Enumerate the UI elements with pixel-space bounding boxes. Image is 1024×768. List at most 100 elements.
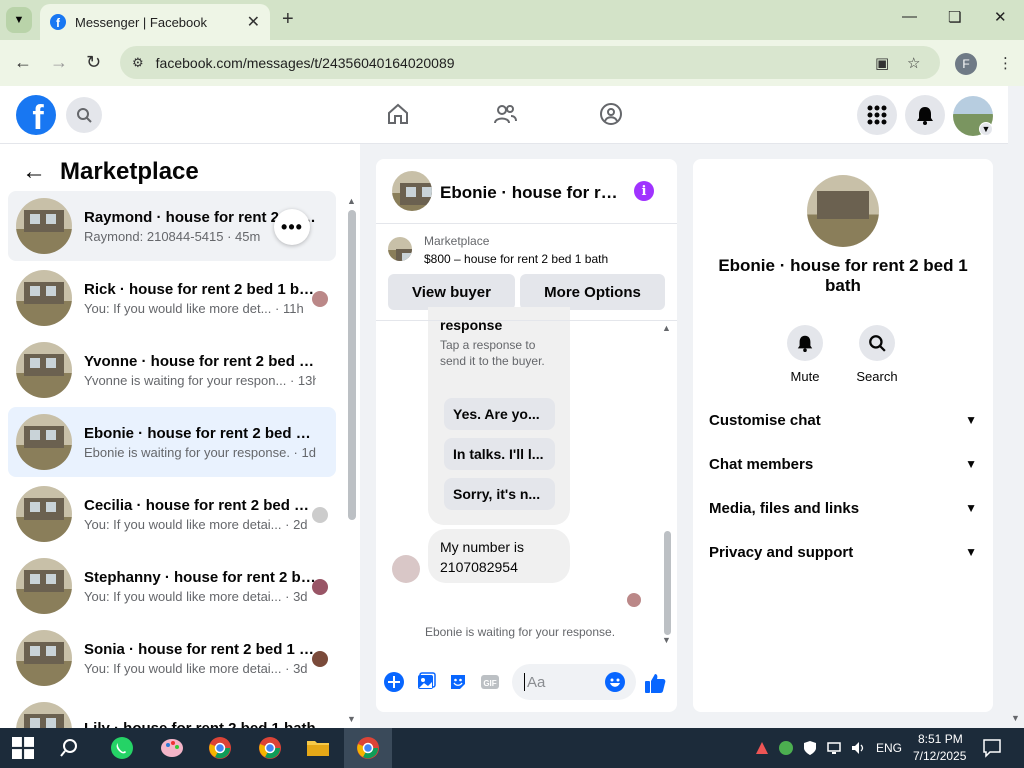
chat-header: Ebonie · house for rent 2 bed 1 bath i (376, 159, 677, 224)
clock-time[interactable]: 8:51 PM (918, 732, 963, 746)
chevron-down-icon: ▼ (965, 413, 977, 427)
chrome-icon[interactable] (258, 736, 282, 760)
listing-thumbnail (16, 270, 72, 326)
bell-icon (917, 107, 933, 125)
chat-members-section[interactable]: Chat members ▼ (709, 452, 977, 476)
view-buyer-button[interactable]: View buyer (388, 274, 515, 310)
chrome-icon[interactable] (208, 736, 232, 760)
marketplace-header: ← Marketplace (22, 158, 199, 186)
suggested-response-button[interactable]: In talks. I'll l... (444, 438, 555, 470)
conversation-list-scrollbar[interactable] (348, 210, 356, 520)
message-input-placeholder: Aa (527, 673, 546, 691)
seen-avatar (312, 291, 328, 307)
more-options-button[interactable]: More Options (520, 274, 665, 310)
scroll-up-icon[interactable]: ▲ (662, 323, 671, 333)
file-explorer-icon[interactable] (306, 736, 330, 760)
close-window-icon[interactable]: ✕ (994, 8, 1007, 26)
mute-label: Mute (790, 369, 820, 384)
reload-icon[interactable]: ↻ (86, 52, 101, 73)
home-icon[interactable] (386, 102, 410, 126)
browser-tab[interactable]: f Messenger | Facebook ✕ (40, 4, 270, 40)
conversation-item[interactable]: Rick · house for rent 2 bed 1 bath You: I… (8, 263, 336, 333)
mute-button[interactable]: Mute (775, 325, 835, 384)
language-indicator[interactable]: ENG (876, 741, 902, 755)
notification-center-icon[interactable] (982, 738, 1002, 758)
security-shield-icon[interactable] (802, 740, 818, 756)
new-tab-icon[interactable]: + (282, 9, 294, 29)
gif-icon[interactable]: GIF (480, 672, 500, 692)
browser-profile-avatar[interactable]: F (955, 53, 977, 75)
whatsapp-icon[interactable] (110, 736, 134, 760)
paint-app-icon[interactable] (160, 736, 184, 760)
search-button[interactable] (66, 97, 102, 133)
plus-icon[interactable] (384, 672, 404, 692)
photo-icon[interactable] (416, 672, 436, 692)
section-label: Media, files and links (709, 499, 860, 517)
privacy-support-section[interactable]: Privacy and support ▼ (709, 540, 977, 564)
sticker-icon[interactable] (448, 672, 468, 692)
conversation-item[interactable]: Yvonne · house for rent 2 bed 1 bath Yvon… (8, 335, 336, 405)
chevron-down-icon[interactable]: ▼ (979, 122, 993, 136)
browser-tab-bar: ▼ f Messenger | Facebook ✕ + — ❏ ✕ (0, 0, 1024, 40)
conversation-item-selected[interactable]: Ebonie · house for rent 2 bed 1 bath Ebon… (8, 407, 336, 477)
more-options-button[interactable]: ••• (274, 209, 310, 245)
groups-icon[interactable] (599, 102, 623, 126)
chat-title[interactable]: Ebonie · house for rent 2 bed 1 bath (440, 183, 620, 203)
message-composer: GIF Aa (376, 664, 677, 704)
tab-search-dropdown[interactable]: ▼ (6, 7, 32, 33)
minimize-icon[interactable]: — (902, 8, 917, 25)
suggested-response-button[interactable]: Yes. Are yo... (444, 398, 555, 430)
chat-profile-name: Ebonie · house for rent 2 bed 1 bath (718, 256, 968, 295)
conversation-name: Ebonie · house for rent 2 bed 1 bath (84, 424, 316, 442)
windows-start-icon[interactable] (12, 737, 34, 759)
conversation-item[interactable]: Sonia · house for rent 2 bed 1 bath You: … (8, 623, 336, 693)
conversation-item[interactable]: Lily · house for rent 2 bed 1 bath (8, 695, 336, 728)
chat-scrollbar[interactable] (664, 531, 671, 635)
search-icon[interactable] (60, 736, 84, 760)
info-icon[interactable]: i (634, 181, 654, 201)
tray-app-icon[interactable] (754, 740, 770, 756)
conversation-list-pane: ← Marketplace Raymond · house for rent 2… (0, 144, 360, 728)
listing-thumbnail (388, 237, 412, 261)
bell-icon (797, 335, 813, 352)
conversation-item[interactable]: Cecilia · house for rent 2 bed 1 bath You… (8, 479, 336, 549)
page-scroll-down-icon[interactable]: ▼ (1011, 713, 1020, 723)
emoji-icon[interactable] (605, 672, 625, 692)
windows-taskbar: ENG 8:51 PM 7/12/2025 (0, 728, 1024, 768)
friends-icon[interactable] (493, 102, 517, 126)
install-app-icon[interactable]: ▣ (875, 54, 889, 72)
suggested-response-button[interactable]: Sorry, it's n... (444, 478, 555, 510)
clock-date[interactable]: 7/12/2025 (913, 749, 966, 763)
chat-avatar[interactable] (392, 171, 432, 211)
conversation-item[interactable]: Stephanny · house for rent 2 bed 1 bath Y… (8, 551, 336, 621)
section-label: Privacy and support (709, 543, 854, 561)
media-files-links-section[interactable]: Media, files and links ▼ (709, 496, 977, 520)
back-icon[interactable]: ← (14, 52, 32, 73)
conversation-preview: You: If you would like more detai... · 2… (84, 516, 308, 532)
buyer-avatar[interactable] (392, 555, 420, 583)
notifications-button[interactable] (905, 95, 945, 135)
scroll-up-icon[interactable]: ▲ (347, 196, 356, 206)
network-icon[interactable] (826, 740, 842, 756)
address-bar[interactable]: ⚙ facebook.com/messages/t/24356040164020… (120, 46, 940, 79)
customise-chat-section[interactable]: Customise chat ▼ (709, 408, 977, 432)
menu-grid-button[interactable] (857, 95, 897, 135)
site-settings-icon[interactable]: ⚙ (132, 55, 144, 71)
menu-kebab-icon[interactable]: ⋮ (998, 54, 1013, 72)
seen-avatar (312, 507, 328, 523)
forward-icon[interactable]: → (50, 52, 68, 73)
thumbs-up-icon[interactable] (644, 672, 666, 694)
bookmark-star-icon[interactable]: ☆ (907, 54, 920, 72)
volume-icon[interactable] (850, 740, 866, 756)
maximize-icon[interactable]: ❏ (948, 8, 961, 26)
tray-app-icon[interactable] (778, 740, 794, 756)
facebook-logo[interactable]: f (16, 95, 56, 135)
chrome-icon[interactable] (356, 736, 380, 760)
ellipsis-icon: ••• (281, 216, 303, 237)
back-arrow-icon[interactable]: ← (22, 158, 46, 186)
scroll-down-icon[interactable]: ▼ (662, 635, 671, 645)
search-in-chat-button[interactable]: Search (847, 325, 907, 384)
scroll-down-icon[interactable]: ▼ (347, 714, 356, 724)
close-tab-icon[interactable]: ✕ (247, 12, 260, 32)
chat-profile-avatar[interactable] (807, 175, 879, 247)
